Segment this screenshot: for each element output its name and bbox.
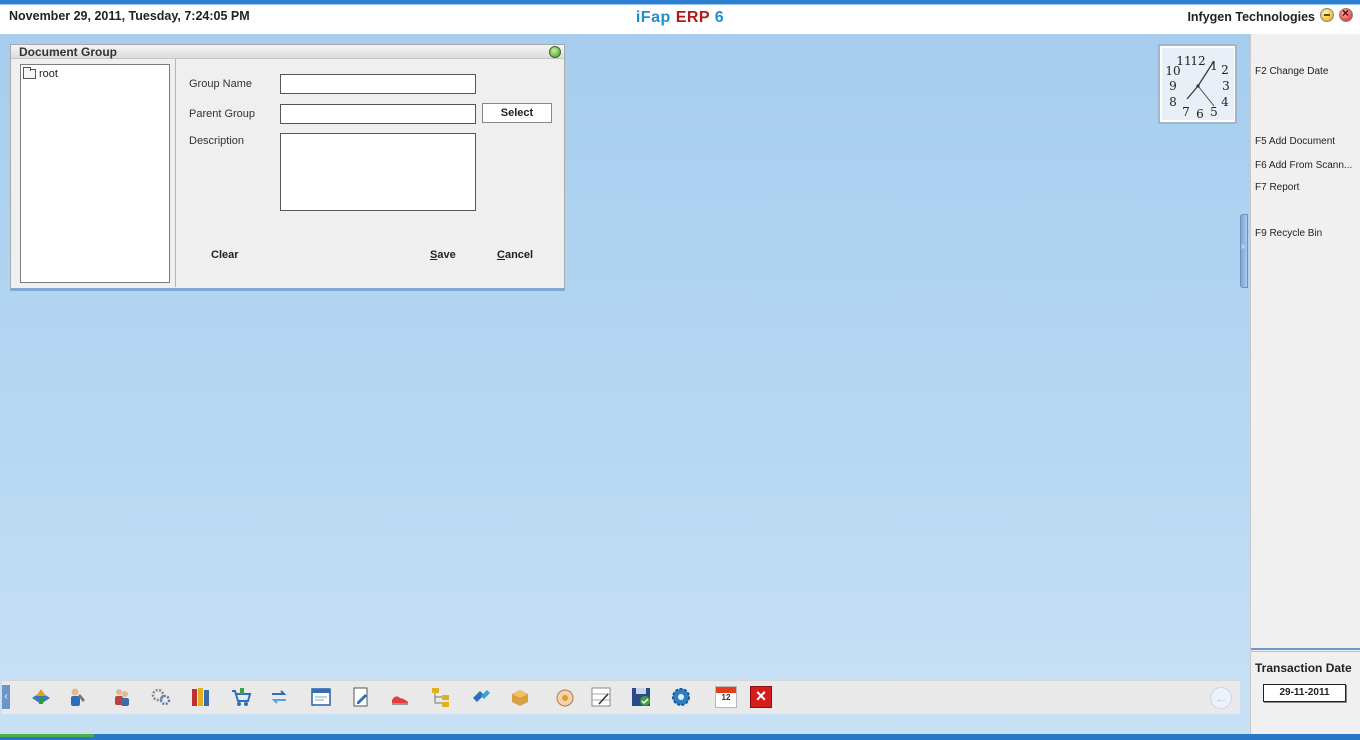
transfer-icon[interactable] [268,686,290,708]
panel-separator [1251,648,1360,652]
puzzle-icon[interactable] [470,686,492,708]
taskbar: ‹ 12 × ← [2,680,1240,714]
users-icon[interactable] [111,686,133,708]
window-icon[interactable] [310,686,332,708]
document-edit-icon[interactable] [350,686,372,708]
description-label: Description [189,135,245,147]
company-name: Infygen Technologies [1187,10,1315,24]
hand-coins-icon[interactable] [554,686,576,708]
sales-icon[interactable] [30,686,52,708]
settings-gears-icon[interactable] [150,686,172,708]
service-icon[interactable] [66,686,88,708]
exit-icon[interactable]: × [750,686,772,708]
calendar-icon[interactable]: 12 [715,686,737,708]
backup-save-icon[interactable] [630,686,652,708]
calendar-day: 12 [721,693,731,702]
svg-text:2: 2 [1221,63,1229,77]
save-button[interactable]: Save [430,249,456,261]
hierarchy-icon[interactable] [430,686,452,708]
taskbar-scroll-left-icon[interactable]: ‹ [2,685,10,709]
progress-strip [0,734,94,737]
app-title-erp: ERP [675,9,710,26]
document-group-dialog: Document Group root Group Name Parent Gr… [10,44,565,291]
dialog-titlebar[interactable]: Document Group [11,45,564,59]
svg-text:12: 12 [1190,54,1205,68]
cancel-mnemonic: C [497,249,505,261]
close-window-icon[interactable] [1339,6,1353,22]
dialog-toggle-icon[interactable] [549,46,561,58]
shoes-icon[interactable] [389,686,411,708]
app-title-version: 6 [714,9,725,26]
books-icon[interactable] [190,686,212,708]
select-button[interactable]: Select [482,103,552,123]
cancel-label: ancel [504,249,534,261]
svg-text:5: 5 [1210,105,1218,119]
group-tree[interactable]: root [20,64,170,283]
app-title: iFap ERP 6 [0,9,1360,27]
svg-text:8: 8 [1169,95,1177,109]
package-icon[interactable] [509,686,531,708]
checklist-icon[interactable] [590,686,612,708]
f6-add-from-scanner-shortcut[interactable]: F6 Add From Scann... [1255,160,1360,171]
app-header: November 29, 2011, Tuesday, 7:24:05 PM i… [0,0,1360,34]
svg-text:9: 9 [1169,79,1177,93]
gear-blue-icon[interactable] [670,686,692,708]
f5-add-document-shortcut[interactable]: F5 Add Document [1255,136,1360,147]
f7-report-shortcut[interactable]: F7 Report [1255,182,1360,193]
tree-item-root[interactable]: root [23,67,58,81]
app-title-ifap: iFap [635,9,671,26]
form-divider [175,59,176,287]
svg-text:3: 3 [1222,79,1230,93]
save-label: ave [437,249,456,261]
parent-group-input[interactable] [280,104,476,124]
analog-clock-icon: 12 1 2 3 4 5 6 7 8 9 10 11 [1162,48,1234,120]
status-strip [0,734,1360,740]
svg-text:4: 4 [1221,95,1229,109]
shopping-cart-icon[interactable] [230,686,252,708]
svg-text:11: 11 [1176,54,1191,68]
clear-button[interactable]: Clear [211,249,239,261]
folder-icon [23,67,36,79]
svg-text:7: 7 [1182,105,1190,119]
svg-text:6: 6 [1196,107,1204,120]
side-panel-handle[interactable] [1240,214,1248,288]
parent-group-label: Parent Group [189,108,256,120]
tree-item-label: root [39,68,58,80]
group-name-input[interactable] [280,74,476,94]
header-top-line [0,4,1360,5]
dialog-title: Document Group [19,45,117,59]
cancel-button[interactable]: Cancel [497,249,533,261]
description-textarea[interactable] [280,133,476,211]
transaction-date-label: Transaction Date [1255,661,1352,675]
group-name-label: Group Name [189,78,252,90]
transaction-date-field[interactable]: 29-11-2011 [1263,684,1346,702]
shortcut-panel: F2 Change Date F5 Add Document F6 Add Fr… [1250,34,1360,734]
f9-recycle-bin-shortcut[interactable]: F9 Recycle Bin [1255,228,1360,239]
clock-widget: 12 1 2 3 4 5 6 7 8 9 10 11 [1158,44,1237,124]
back-arrow-icon[interactable]: ← [1210,687,1232,709]
f2-change-date-shortcut[interactable]: F2 Change Date [1255,66,1360,77]
minimize-icon[interactable] [1320,8,1334,22]
